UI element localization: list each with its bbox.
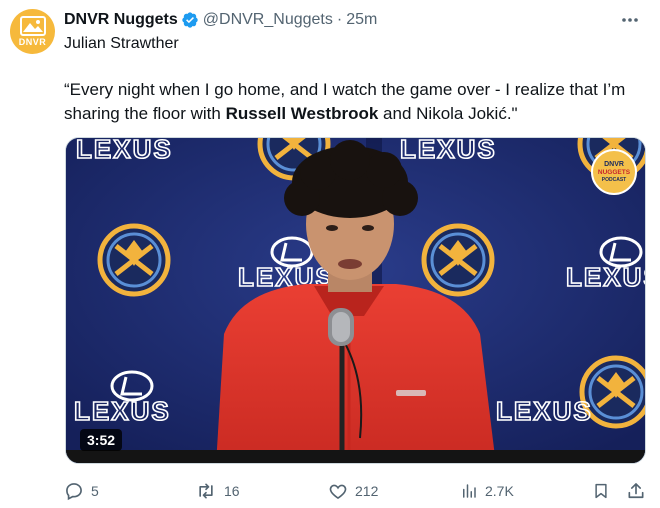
tweet-header: DNVR Nuggets @DNVR_Nuggets · 25m <box>64 9 377 31</box>
share-button[interactable] <box>626 478 646 504</box>
bookmark-button[interactable] <box>592 478 610 504</box>
tweet-subtitle: Julian Strawther <box>64 35 179 52</box>
more-icon[interactable] <box>618 10 642 30</box>
reply-count: 5 <box>91 483 99 499</box>
author-avatar[interactable]: DNVR <box>10 9 55 54</box>
header-separator: · <box>336 11 343 28</box>
bookmark-icon <box>595 483 607 499</box>
video-frame: LEXUS <box>66 138 645 463</box>
like-count: 212 <box>355 483 379 499</box>
reply-button[interactable]: 5 <box>64 478 99 504</box>
author-handle[interactable]: @DNVR_Nuggets <box>203 11 333 29</box>
avatar-logo-text: DNVR <box>18 37 47 47</box>
retweet-button[interactable]: 16 <box>195 478 240 504</box>
author-display-name[interactable]: DNVR Nuggets <box>64 11 178 29</box>
tweet[interactable]: DNVR DNVR Nuggets @DNVR_Nuggets · 25m Ju… <box>0 0 660 508</box>
retweet-icon <box>199 483 213 499</box>
svg-text:PODCAST: PODCAST <box>602 177 626 183</box>
svg-text:DNVR: DNVR <box>604 161 624 168</box>
share-icon <box>628 483 644 499</box>
tweet-text-bold-name: Russell Westbrook <box>225 104 379 123</box>
svg-text:NUGGETS: NUGGETS <box>598 169 631 176</box>
video-duration-badge: 3:52 <box>80 429 123 451</box>
tweet-text: “Every night when I go home, and I watch… <box>64 78 654 126</box>
like-button[interactable]: 212 <box>328 478 378 504</box>
tweet-text-part: and Nikola Jokić." <box>378 104 518 123</box>
avatar-logo-icon <box>19 16 46 36</box>
like-icon <box>329 484 347 500</box>
action-bar: 5 16 212 2.7K <box>64 478 654 504</box>
views-count: 2.7K <box>485 483 514 499</box>
views-button[interactable]: 2.7K <box>460 478 514 504</box>
views-icon <box>463 484 476 498</box>
retweet-count: 16 <box>224 483 240 499</box>
tweet-timestamp[interactable]: 25m <box>346 11 377 29</box>
verified-badge-icon[interactable] <box>181 11 199 29</box>
reply-icon <box>66 483 82 501</box>
video-player[interactable]: LEXUS <box>65 137 646 464</box>
